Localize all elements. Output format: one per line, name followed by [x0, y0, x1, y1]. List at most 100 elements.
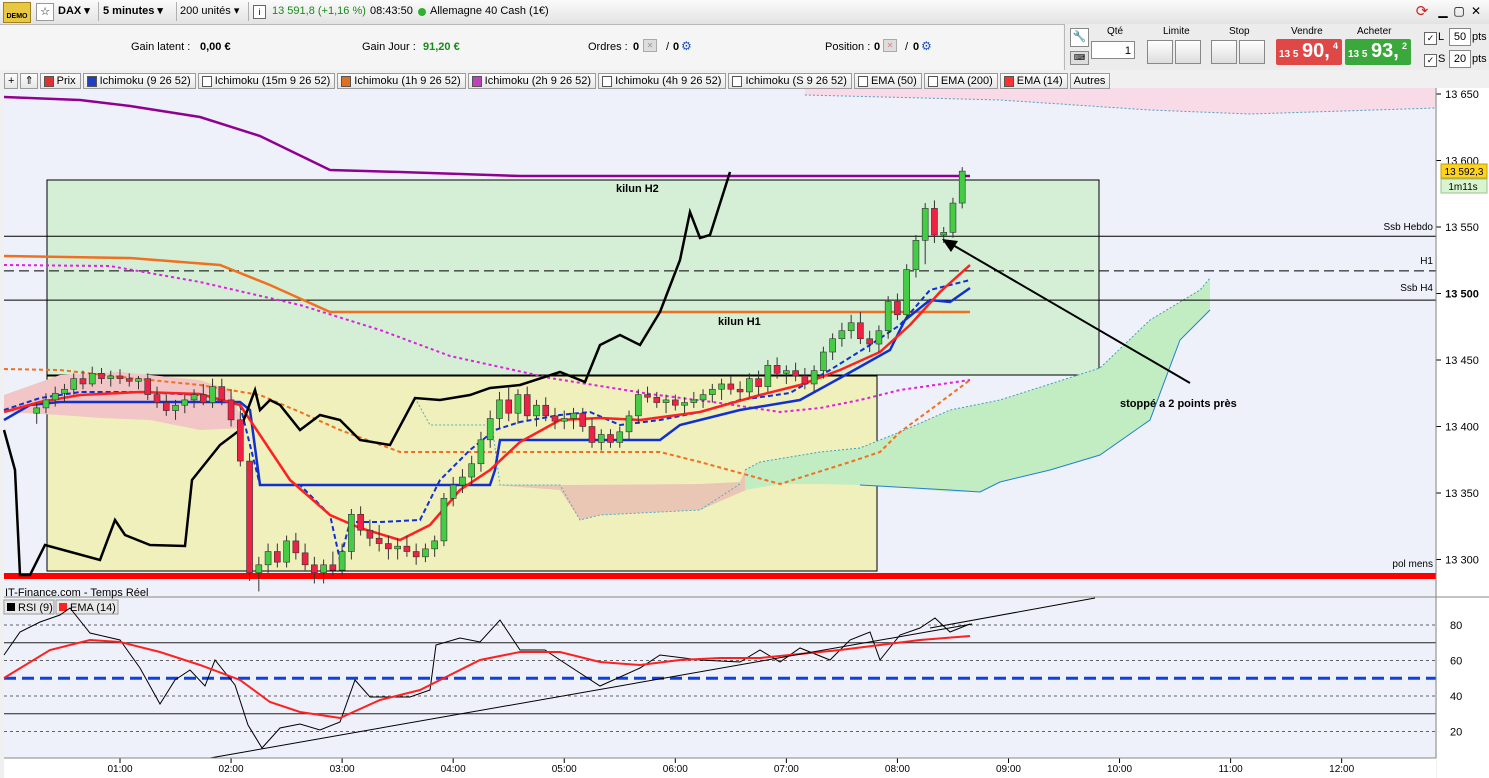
candle-body: [190, 394, 198, 401]
x-tick-label: 05:00: [552, 764, 577, 775]
candle-body: [366, 529, 374, 539]
candle-body: [662, 399, 670, 403]
y-tick-label: 13 300: [1445, 555, 1479, 567]
candle-body: [542, 404, 550, 417]
y-tick-label: 13 500: [1445, 289, 1479, 301]
candle-body: [88, 372, 96, 385]
candle-body: [218, 386, 226, 401]
legend-swatch: [1003, 75, 1014, 87]
candle-body: [107, 375, 115, 379]
y-tick-label: 13 350: [1445, 488, 1479, 500]
candle-body: [264, 551, 272, 566]
legend-swatch: [341, 75, 352, 87]
legend-swatch: [602, 75, 613, 87]
chart-type-icon[interactable]: ⇑: [20, 73, 38, 89]
legend-label: Ichimoku (9 26 52): [99, 75, 191, 87]
candle-body: [801, 375, 809, 385]
candle-body: [153, 394, 161, 403]
candle-body: [144, 378, 152, 395]
rsi-tick-label: 80: [1450, 620, 1462, 632]
candle-body: [681, 402, 688, 406]
candle-body: [301, 552, 309, 566]
rsi-legend-swatch: [59, 603, 67, 611]
legend-label: Ichimoku (2h 9 26 52): [484, 75, 592, 87]
chart-annotation: kilun H2: [616, 183, 659, 195]
legend-item[interactable]: EMA (50): [853, 73, 922, 89]
candle-body: [283, 540, 290, 563]
candle-body: [921, 208, 929, 241]
candle-body: [884, 301, 892, 332]
candle-body: [172, 404, 179, 411]
candle-body: [292, 540, 300, 554]
candle-body: [135, 378, 142, 382]
rsi-panel-title: IT-Finance.com - Temps Réel: [5, 587, 148, 599]
chart-annotation: stoppé a 2 points près: [1120, 398, 1237, 410]
candle-body: [237, 419, 244, 462]
candle-body: [857, 322, 864, 340]
legend-item[interactable]: Ichimoku (S 9 26 52): [728, 73, 852, 89]
candle-body: [523, 394, 531, 417]
legend-label: Ichimoku (S 9 26 52): [745, 75, 847, 87]
candle-body: [412, 551, 420, 558]
candle-body: [329, 564, 337, 571]
candle-body: [496, 399, 503, 419]
legend-item[interactable]: EMA (200): [923, 73, 998, 89]
candle-body: [653, 396, 661, 403]
legend-item[interactable]: Ichimoku (9 26 52): [82, 73, 196, 89]
legend-item[interactable]: Autres: [1069, 73, 1111, 89]
candle-body: [477, 439, 485, 465]
x-tick-label: 06:00: [663, 764, 688, 775]
candle-body: [533, 404, 540, 417]
candle-body: [459, 476, 466, 486]
candle-body: [616, 431, 624, 443]
x-tick-label: 01:00: [107, 764, 132, 775]
rsi-legend-swatch: [7, 603, 15, 611]
candle-body: [338, 551, 346, 571]
legend-item[interactable]: Prix: [39, 73, 81, 89]
legend-swatch: [857, 75, 868, 87]
zoom-in-icon[interactable]: +: [4, 73, 19, 89]
candle-body: [671, 399, 679, 406]
x-tick-label: 08:00: [885, 764, 910, 775]
candle-body: [875, 330, 883, 345]
candle-body: [894, 301, 901, 316]
x-tick-label: 04:00: [441, 764, 466, 775]
candle-body: [625, 415, 633, 433]
candle-body: [718, 383, 725, 390]
candle-body: [449, 484, 457, 499]
level-label: Ssb H4: [1400, 283, 1433, 294]
legend-item[interactable]: Ichimoku (15m 9 26 52): [197, 73, 336, 89]
legend-item[interactable]: Ichimoku (2h 9 26 52): [467, 73, 597, 89]
candle-body: [764, 365, 772, 387]
x-tick-label: 03:00: [330, 764, 355, 775]
legend-swatch: [471, 75, 482, 87]
legend-item[interactable]: Ichimoku (1h 9 26 52): [337, 73, 466, 89]
candle-body: [931, 208, 938, 236]
candle-body: [274, 551, 281, 563]
candle-body: [385, 543, 392, 550]
candle-body: [820, 351, 827, 371]
legend-swatch: [43, 75, 54, 87]
candle-body: [394, 545, 401, 550]
candle-body: [551, 415, 559, 422]
price-chart[interactable]: Ssb Hebdo H1 Ssb H4 pol mens kilun H2 kilun …: [0, 0, 1489, 778]
candle-body: [255, 564, 263, 574]
x-tick-label: 02:00: [219, 764, 244, 775]
candle-body: [486, 418, 494, 441]
legend-label: EMA (200): [940, 75, 993, 87]
level-label: H1: [1420, 256, 1433, 267]
candle-body: [375, 537, 383, 544]
candle-body: [690, 399, 698, 403]
legend-item[interactable]: EMA (14): [999, 73, 1068, 89]
candle-body: [162, 402, 170, 411]
candle-body: [51, 392, 59, 401]
candle-body: [181, 399, 189, 406]
legend-item[interactable]: Ichimoku (4h 9 26 52): [598, 73, 727, 89]
candle-body: [607, 434, 614, 443]
candle-body: [810, 370, 818, 385]
legend-swatch: [86, 75, 97, 87]
candle-body: [792, 370, 799, 377]
candle-body: [634, 394, 642, 417]
legend-label: Ichimoku (4h 9 26 52): [615, 75, 722, 87]
candle-body: [311, 564, 318, 574]
